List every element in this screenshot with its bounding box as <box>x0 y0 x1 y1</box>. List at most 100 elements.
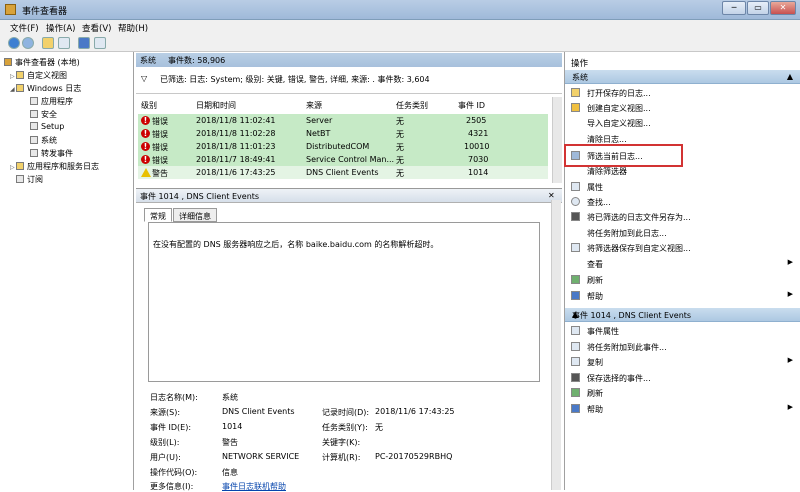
prop-keywords-label: 关键字(K): <box>322 438 361 447</box>
table-row[interactable]: ! 错误 2018/11/7 18:49:41 Service Control … <box>138 153 548 166</box>
menu-action[interactable]: 操作(A) <box>46 22 75 34</box>
prop-opcode-label: 操作代码(O): <box>150 468 198 477</box>
action-save-filter-to-custom-view[interactable]: 将筛选器保存到自定义视图... <box>565 241 800 254</box>
table-row[interactable]: ! 错误 2018/11/8 11:01:23 DistributedCOM 无… <box>138 140 548 153</box>
menu-help[interactable]: 帮助(H) <box>118 22 148 34</box>
close-button[interactable]: ✕ <box>770 1 796 15</box>
event-count: 事件数: 58,906 <box>168 56 226 65</box>
help-icon <box>571 404 580 413</box>
col-source[interactable]: 来源 <box>306 100 322 111</box>
action-save-filtered-log[interactable]: 将已筛选的日志文件另存为... <box>565 210 800 223</box>
show-hide-tree-icon[interactable] <box>58 37 70 49</box>
window-title: 事件查看器 <box>22 7 68 17</box>
action-help[interactable]: 帮助 ▶ <box>565 289 800 302</box>
prop-source-label: 来源(S): <box>150 408 181 417</box>
toolbar <box>0 34 800 52</box>
tree-item-application[interactable]: 应用程序 <box>30 96 73 107</box>
submenu-arrow-icon: ▶ <box>787 356 793 364</box>
event-message-box[interactable]: 在没有配置的 DNS 服务器响应之后，名称 baike.baidu.com 的名… <box>148 222 540 382</box>
tab-general[interactable]: 常规 <box>144 208 172 222</box>
save-icon <box>571 373 580 382</box>
filter-icon <box>571 243 580 252</box>
action-properties[interactable]: 属性 <box>565 180 800 193</box>
properties-icon[interactable] <box>94 37 106 49</box>
action-refresh-event[interactable]: 刷新 <box>565 386 800 399</box>
error-icon: ! <box>141 129 150 138</box>
col-datetime[interactable]: 日期和时间 <box>196 100 236 111</box>
log-name: 系统 <box>140 56 156 65</box>
action-find[interactable]: 查找... <box>565 195 800 208</box>
table-row[interactable]: ! 错误 2018/11/8 11:02:28 NetBT 无 4321 <box>138 127 548 140</box>
detail-scrollbar[interactable] <box>551 200 561 490</box>
action-refresh[interactable]: 刷新 <box>565 273 800 286</box>
folder-icon <box>16 84 24 92</box>
tree-item-security[interactable]: 安全 <box>30 109 57 120</box>
table-row-selected[interactable]: 警告 2018/11/6 17:43:25 DNS Client Events … <box>138 166 548 179</box>
table-scrollbar[interactable] <box>552 97 562 183</box>
tree-item-custom-views[interactable]: ▷ 自定义视图 <box>10 70 67 81</box>
prop-level-label: 级别(L): <box>150 438 180 447</box>
col-event-id[interactable]: 事件 ID <box>458 100 485 111</box>
prop-event-id: 1014 <box>222 422 243 431</box>
action-view[interactable]: 查看 ▶ <box>565 257 800 270</box>
submenu-arrow-icon: ▶ <box>787 258 793 266</box>
prop-event-id-label: 事件 ID(E): <box>150 423 192 432</box>
back-icon[interactable] <box>8 37 20 49</box>
col-level[interactable]: 级别 <box>141 100 157 111</box>
action-attach-task-to-log[interactable]: 将任务附加到此日志... <box>565 226 800 239</box>
prop-task-label: 任务类别(Y): <box>322 423 368 432</box>
log-icon <box>30 149 38 157</box>
error-icon: ! <box>141 142 150 151</box>
prop-task: 无 <box>375 423 383 432</box>
warning-icon <box>141 168 151 177</box>
up-folder-icon[interactable] <box>42 37 54 49</box>
prop-computer: PC-20170529RBHQ <box>375 452 453 461</box>
title-bar: 事件查看器 ─ ▭ ✕ <box>0 0 800 20</box>
prop-log-name: 系统 <box>222 393 238 402</box>
task-icon <box>571 342 580 351</box>
tree-item-setup[interactable]: Setup <box>30 122 64 131</box>
detail-close-button[interactable]: ✕ <box>548 191 555 200</box>
action-open-saved-log[interactable]: 打开保存的日志... <box>565 86 800 99</box>
app-icon <box>5 4 16 15</box>
detail-header: 事件 1014 , DNS Client Events ✕ <box>136 189 562 203</box>
tree-item-subscriptions[interactable]: 订阅 <box>10 174 43 185</box>
tab-details[interactable]: 详细信息 <box>173 208 217 222</box>
highlight-annotation <box>564 144 683 167</box>
submenu-arrow-icon: ▶ <box>787 290 793 298</box>
log-icon <box>30 136 38 144</box>
prop-logged: 2018/11/6 17:43:25 <box>375 407 455 416</box>
action-help-event[interactable]: 帮助 ▶ <box>565 402 800 415</box>
log-icon <box>30 122 38 130</box>
help-icon[interactable] <box>78 37 90 49</box>
copy-icon <box>571 357 580 366</box>
actions-section-event[interactable]: 事件 1014 , DNS Client Events ▲ <box>565 308 800 322</box>
tree-item-system[interactable]: 系统 <box>30 135 57 146</box>
action-attach-task-to-event[interactable]: 将任务附加到此事件... <box>565 340 800 353</box>
filter-text: 已筛选: 日志: System; 级别: 关键, 错误, 警告, 详细, 来源:… <box>160 75 430 84</box>
action-save-selected-events[interactable]: 保存选择的事件... <box>565 371 800 384</box>
menu-view[interactable]: 查看(V) <box>82 22 111 34</box>
filter-info-bar: ▽ 已筛选: 日志: System; 级别: 关键, 错误, 警告, 详细, 来… <box>136 68 562 94</box>
maximize-button[interactable]: ▭ <box>747 1 769 15</box>
menu-bar: 文件(F) 操作(A) 查看(V) 帮助(H) <box>0 20 800 34</box>
action-create-custom-view[interactable]: 创建自定义视图... <box>565 101 800 114</box>
subscription-icon <box>16 175 24 183</box>
tree-item-app-services-logs[interactable]: ▷ 应用程序和服务日志 <box>10 161 99 172</box>
tree-item-windows-logs[interactable]: ◢ Windows 日志 <box>10 83 81 94</box>
forward-icon[interactable] <box>22 37 34 49</box>
col-task[interactable]: 任务类别 <box>396 100 428 111</box>
action-import-custom-view[interactable]: 导入自定义视图... <box>565 116 800 129</box>
find-icon <box>571 197 580 206</box>
actions-section-system[interactable]: 系统 ▲ <box>565 70 800 84</box>
tree-item-forwarded-events[interactable]: 转发事件 <box>30 148 73 159</box>
action-copy[interactable]: 复制 ▶ <box>565 355 800 368</box>
minimize-button[interactable]: ─ <box>722 1 746 15</box>
log-icon <box>30 110 38 118</box>
action-event-properties[interactable]: 事件属性 <box>565 324 800 337</box>
event-viewer-icon <box>4 58 12 66</box>
tree-root[interactable]: 事件查看器 (本地) <box>4 57 80 68</box>
table-row[interactable]: ! 错误 2018/11/8 11:02:41 Server 无 2505 <box>138 114 548 127</box>
menu-file[interactable]: 文件(F) <box>10 22 39 34</box>
event-log-online-help-link[interactable]: 事件日志联机帮助 <box>222 481 286 492</box>
